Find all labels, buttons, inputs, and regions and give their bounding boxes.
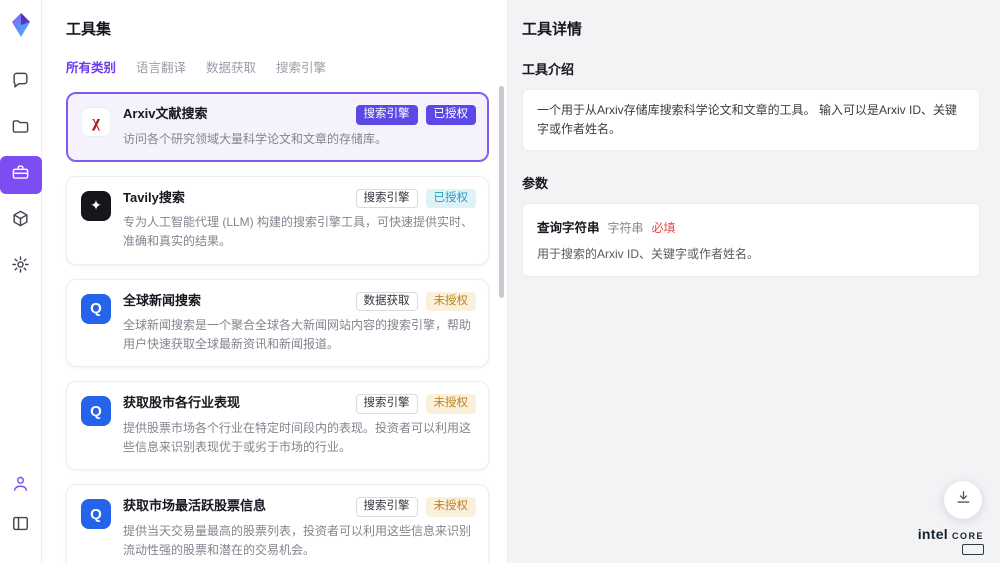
gear-icon	[11, 255, 30, 279]
tool-card-arxiv[interactable]: χ Arxiv文献搜索 搜索引擎 已授权 访问各个研究领域大量科学论文和文章的存…	[66, 92, 489, 162]
tavily-icon: ✦	[81, 191, 111, 221]
detail-title: 工具详情	[522, 18, 980, 39]
auth-status-badge: 未授权	[426, 394, 477, 414]
category-tabs: 所有类别 语言翻译 数据获取 搜索引擎	[66, 57, 489, 76]
auth-status-badge: 未授权	[426, 497, 477, 517]
intel-core-text: CORE	[952, 531, 984, 541]
sidebar-item-collapse[interactable]	[0, 507, 42, 545]
page-title: 工具集	[66, 18, 489, 39]
tool-card-sector-performance[interactable]: Q 获取股市各行业表现 搜索引擎 未授权 提供股票市场各个行业在特定时间段内的表…	[66, 381, 489, 470]
tool-intro-text: 一个用于从Arxiv存储库搜索科学论文和文章的工具。 输入可以是Arxiv ID…	[522, 89, 980, 151]
download-button[interactable]	[944, 481, 982, 519]
tab-translation[interactable]: 语言翻译	[136, 57, 186, 76]
tool-description: 访问各个研究领域大量科学论文和文章的存储库。	[123, 130, 476, 149]
category-badge: 搜索引擎	[356, 497, 418, 517]
params-section-title: 参数	[522, 173, 980, 192]
category-badge: 搜索引擎	[356, 189, 418, 209]
chat-icon	[11, 71, 30, 95]
tool-name: Arxiv文献搜索	[123, 105, 216, 123]
sidebar-item-settings[interactable]	[0, 248, 42, 286]
tool-description: 全球新闻搜索是一个聚合全球各大新闻网站内容的搜索引擎，帮助用户快速获取全球最新资…	[123, 316, 476, 354]
tool-description: 提供当天交易量最高的股票列表，投资者可以利用这些信息来识别流动性强的股票和潜在的…	[123, 522, 476, 560]
param-required-badge: 必填	[652, 219, 676, 236]
tool-description: 专为人工智能代理 (LLM) 构建的搜索引擎工具，可快速提供实时、准确和真实的结…	[123, 213, 476, 251]
sidebar-item-account[interactable]	[0, 467, 42, 505]
category-badge: 搜索引擎	[356, 394, 418, 414]
tool-name: 获取股市各行业表现	[123, 394, 248, 412]
tool-card-tavily[interactable]: ✦ Tavily搜索 搜索引擎 已授权 专为人工智能代理 (LLM) 构建的搜索…	[66, 176, 489, 265]
stock-data-icon: Q	[81, 499, 111, 529]
auth-status-badge: 已授权	[426, 105, 477, 125]
folder-icon	[11, 117, 30, 141]
user-icon	[11, 474, 30, 498]
category-badge: 数据获取	[356, 292, 418, 312]
sidebar-item-chat[interactable]	[0, 64, 42, 102]
news-search-icon: Q	[81, 294, 111, 324]
intro-section-title: 工具介绍	[522, 59, 980, 78]
tool-name: Tavily搜索	[123, 189, 193, 207]
tool-list-panel: 工具集 所有类别 语言翻译 数据获取 搜索引擎 χ Arxiv文献搜索 搜索引擎…	[42, 0, 508, 563]
intel-badge-box	[962, 544, 984, 555]
param-name: 查询字符串	[537, 217, 600, 236]
arxiv-icon: χ	[81, 107, 111, 137]
app-window: 工具集 所有类别 语言翻译 数据获取 搜索引擎 χ Arxiv文献搜索 搜索引擎…	[0, 0, 1000, 563]
briefcase-icon	[11, 163, 30, 187]
param-description: 用于搜索的Arxiv ID、关键字或作者姓名。	[537, 245, 965, 262]
box-icon	[11, 209, 30, 233]
app-logo-icon	[9, 12, 33, 38]
sidebar-item-files[interactable]	[0, 110, 42, 148]
sidebar-item-tools[interactable]	[0, 156, 42, 194]
tool-card-global-news[interactable]: Q 全球新闻搜索 数据获取 未授权 全球新闻搜索是一个聚合全球各大新闻网站内容的…	[66, 279, 489, 368]
tool-description: 提供股票市场各个行业在特定时间段内的表现。投资者可以利用这些信息来识别表现优于或…	[123, 419, 476, 457]
tool-card-active-stocks[interactable]: Q 获取市场最活跃股票信息 搜索引擎 未授权 提供当天交易量最高的股票列表，投资…	[66, 484, 489, 563]
auth-status-badge: 已授权	[426, 189, 477, 209]
sidebar	[0, 0, 42, 563]
category-badge: 搜索引擎	[356, 105, 418, 125]
panel-layout-icon	[11, 514, 30, 538]
tab-data-fetch[interactable]: 数据获取	[206, 57, 256, 76]
download-icon	[955, 489, 972, 511]
tab-search-engine[interactable]: 搜索引擎	[276, 57, 326, 76]
tab-all-categories[interactable]: 所有类别	[66, 57, 116, 76]
intel-core-logo: intel CORE	[918, 526, 984, 555]
sidebar-item-packages[interactable]	[0, 202, 42, 240]
param-type: 字符串	[608, 219, 644, 236]
tool-detail-panel: 工具详情 工具介绍 一个用于从Arxiv存储库搜索科学论文和文章的工具。 输入可…	[508, 0, 1000, 563]
list-scrollbar[interactable]	[499, 86, 504, 298]
auth-status-badge: 未授权	[426, 292, 477, 312]
stock-data-icon: Q	[81, 396, 111, 426]
tool-name: 获取市场最活跃股票信息	[123, 497, 274, 515]
tool-name: 全球新闻搜索	[123, 292, 209, 310]
intel-brand-text: intel	[918, 526, 948, 542]
parameter-card: 查询字符串 字符串 必填 用于搜索的Arxiv ID、关键字或作者姓名。	[522, 203, 980, 277]
